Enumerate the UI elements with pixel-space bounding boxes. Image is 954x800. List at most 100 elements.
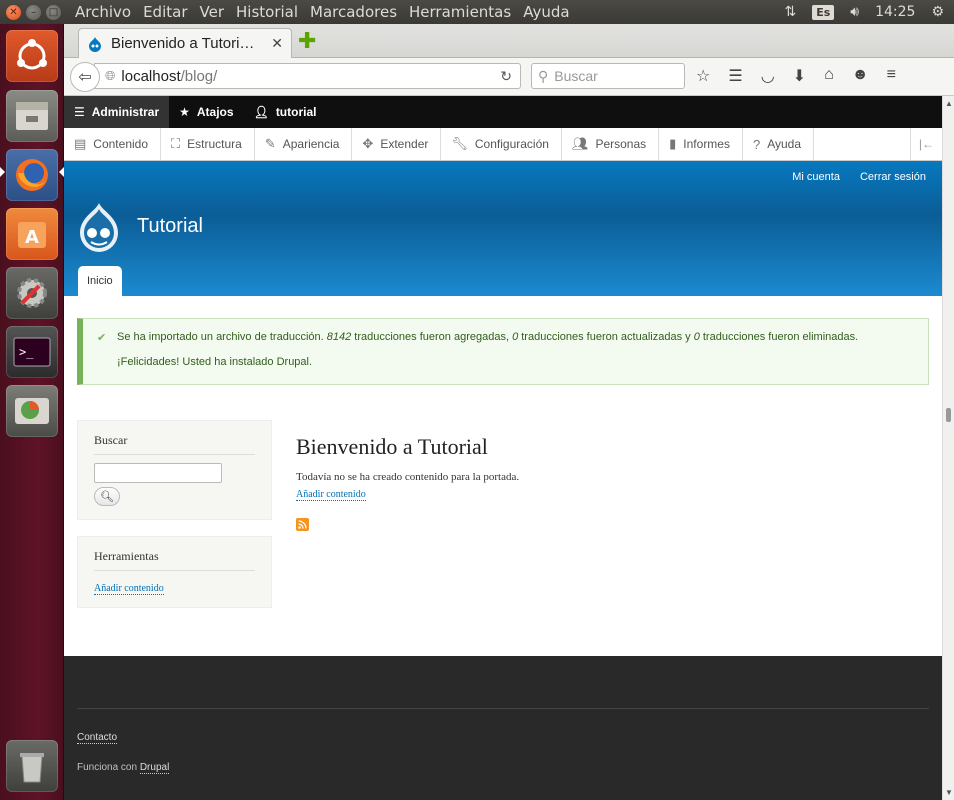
firefox-icon[interactable] [6, 149, 58, 201]
tray-item-configuration[interactable]: 🔧︎ Configuración [441, 128, 562, 160]
browser-tab[interactable]: Bienvenido a Tutori… ✕ [78, 28, 292, 58]
tray-label: Estructura [187, 137, 242, 151]
menu-marcadores[interactable]: Marcadores [310, 3, 397, 21]
tools-block: Herramientas Añadir contenido [77, 536, 272, 608]
tray-item-people[interactable]: 👥︎ Personas [562, 128, 660, 160]
search-placeholder: Buscar [554, 68, 598, 84]
toolbar-icons: ☆ ☰ ◡ ⬇ ⌂ ☻ ≡ [696, 66, 896, 86]
software-center-icon[interactable]: A [6, 208, 58, 260]
close-tab-icon[interactable]: ✕ [271, 35, 283, 52]
reading-list-icon[interactable]: ☰ [728, 66, 742, 86]
url-path: /blog/ [180, 67, 218, 85]
bar-chart-icon: ▮ [669, 136, 677, 151]
scrollbar-thumb[interactable] [946, 408, 951, 422]
tray-item-extend[interactable]: ✥ Extender [352, 128, 442, 160]
status-message: ✔ Se ha importado un archivo de traducci… [77, 318, 929, 385]
add-content-link[interactable]: Añadir contenido [94, 583, 164, 595]
search-bar[interactable]: ⚲ Buscar [531, 63, 685, 89]
bookmark-star-icon[interactable]: ☆ [696, 66, 710, 86]
toolbar-shortcuts-label: Atajos [196, 105, 234, 119]
powered-by: Funciona con Drupal [77, 762, 170, 774]
toolbar-user[interactable]: 👤︎ tutorial [244, 96, 327, 128]
files-icon[interactable] [6, 90, 58, 142]
vertical-scrollbar[interactable]: ▲ ▼ [942, 96, 954, 800]
tray-label: Configuración [474, 137, 549, 151]
maximize-window-button[interactable]: □ [46, 4, 61, 20]
url-host: localhost [121, 67, 181, 85]
scroll-down-icon[interactable]: ▼ [945, 788, 953, 797]
scroll-up-icon[interactable]: ▲ [945, 99, 953, 108]
rss-feed-icon[interactable] [296, 518, 309, 531]
network-icon[interactable]: ⇅ [784, 4, 796, 20]
system-gear-icon[interactable]: ⚙ [931, 4, 944, 20]
clock[interactable]: 14:25 [875, 4, 915, 20]
search-input[interactable] [94, 463, 222, 483]
url-bar[interactable]: 🌐︎ localhost /blog/ ↻ [94, 63, 521, 89]
close-window-button[interactable]: ✕ [6, 4, 21, 20]
people-icon: 👥︎ [571, 136, 589, 151]
terminal-icon[interactable]: >_ [6, 326, 58, 378]
hello-icon[interactable]: ☻ [852, 66, 869, 86]
tray-item-structure[interactable]: ⛶ Estructura [161, 128, 255, 160]
drupal-link[interactable]: Drupal [139, 762, 170, 774]
unity-launcher: A >_ [0, 24, 64, 800]
menu-archivo[interactable]: Archivo [75, 3, 131, 21]
collapse-tray-icon[interactable]: |← [909, 128, 942, 160]
menu-herramientas[interactable]: Herramientas [409, 3, 511, 21]
drupal-logo-icon[interactable] [76, 201, 122, 253]
message-line-1: Se ha importado un archivo de traducción… [117, 331, 858, 344]
top-panel: ✕ – □ Archivo Editar Ver Historial Marca… [0, 0, 954, 24]
disk-usage-icon[interactable] [6, 385, 58, 437]
toolbar-manage[interactable]: ☰ Administrar [64, 96, 170, 128]
ubuntu-dash-icon[interactable] [6, 30, 58, 82]
trash-icon[interactable] [6, 740, 58, 792]
tray-item-content[interactable]: ▤ Contenido [64, 128, 162, 160]
site-name[interactable]: Tutorial [137, 215, 203, 238]
system-settings-icon[interactable] [6, 267, 58, 319]
page-viewport: ☰ Administrar ★ Atajos 👤︎ tutorial ▤ Cont… [64, 96, 942, 800]
drupal-favicon-icon [89, 36, 101, 52]
logout-link[interactable]: Cerrar sesión [860, 171, 926, 183]
tab-bar: Bienvenido a Tutori… ✕ ✚ [64, 24, 954, 58]
search-submit-button[interactable]: 🔍︎ [94, 487, 120, 506]
menu-ver[interactable]: Ver [200, 3, 225, 21]
main-add-content-link[interactable]: Añadir contenido [296, 489, 366, 501]
added-count: 8142 [326, 331, 352, 343]
message-text: traducciones fueron eliminadas. [699, 331, 859, 343]
toolbar-shortcuts[interactable]: ★ Atajos [169, 96, 243, 128]
help-icon: ? [752, 136, 761, 152]
tray-label: Informes [683, 137, 730, 151]
pocket-icon[interactable]: ◡ [761, 66, 775, 86]
hamburger-icon: ☰ [74, 105, 85, 119]
tray-label: Personas [595, 137, 647, 151]
downloads-icon[interactable]: ⬇ [793, 66, 806, 86]
volume-icon[interactable]: 🔊︎ [850, 4, 859, 20]
tray-label: Extender [380, 137, 429, 151]
new-tab-button[interactable]: ✚ [298, 30, 316, 52]
tray-item-appearance[interactable]: ✎ Apariencia [255, 128, 353, 160]
site-info-icon[interactable]: 🌐︎ [105, 68, 115, 84]
toolbar-manage-label: Administrar [91, 105, 160, 119]
reload-icon[interactable]: ↻ [500, 68, 512, 85]
contact-link[interactable]: Contacto [77, 732, 118, 744]
search-block: Buscar 🔍︎ [77, 420, 272, 520]
star-icon: ★ [179, 105, 190, 119]
running-indicator [0, 167, 5, 177]
keyboard-layout-indicator[interactable]: Es [812, 4, 835, 20]
back-button[interactable]: ⇦ [70, 61, 100, 92]
tools-block-title: Herramientas [94, 549, 255, 571]
empty-front-text: Todavía no se ha creado contenido para l… [296, 471, 520, 483]
hamburger-menu-icon[interactable]: ≡ [887, 66, 896, 86]
menu-editar[interactable]: Editar [143, 3, 187, 21]
tab-home[interactable]: Inicio [78, 266, 122, 296]
home-icon[interactable]: ⌂ [824, 66, 834, 86]
tray-item-help[interactable]: ? Ayuda [743, 128, 815, 160]
menu-historial[interactable]: Historial [236, 3, 298, 21]
site-header: Mi cuenta Cerrar sesión Tutorial Inicio [64, 161, 942, 296]
my-account-link[interactable]: Mi cuenta [792, 171, 840, 183]
tray-item-reports[interactable]: ▮ Informes [659, 128, 743, 160]
menu-ayuda[interactable]: Ayuda [523, 3, 569, 21]
tab-title: Bienvenido a Tutori… [111, 35, 255, 52]
window-controls: ✕ – □ [6, 4, 61, 20]
minimize-window-button[interactable]: – [26, 4, 41, 20]
